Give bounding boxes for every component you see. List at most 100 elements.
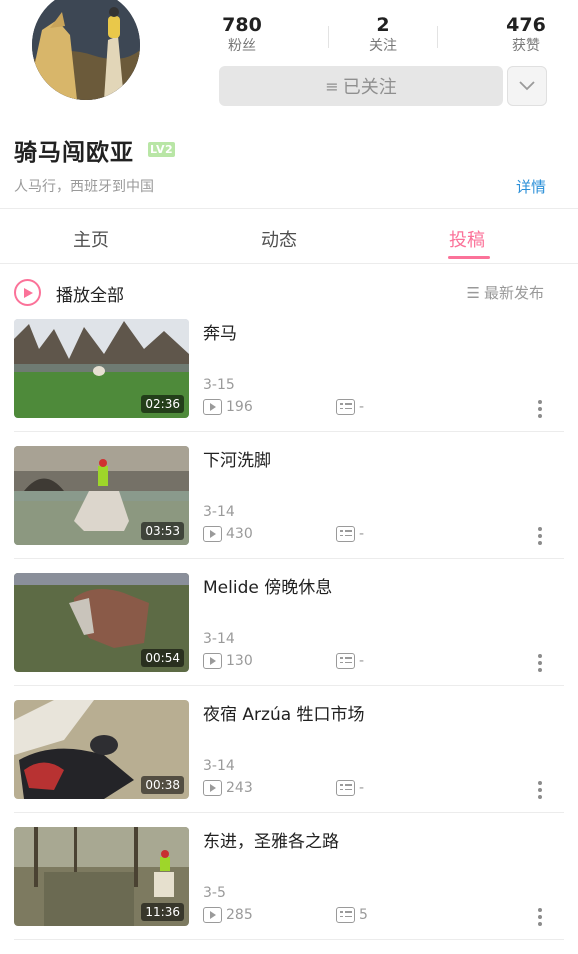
play-all-button[interactable] xyxy=(14,279,41,306)
avatar[interactable] xyxy=(32,0,140,100)
avatar-photo xyxy=(32,0,140,100)
video-duration: 11:36 xyxy=(141,903,184,921)
danmaku-count-value: 5 xyxy=(359,907,368,923)
video-duration: 02:36 xyxy=(141,395,184,413)
danmaku-icon xyxy=(336,653,355,669)
more-vertical-icon[interactable] xyxy=(538,527,542,545)
following-count: 2 xyxy=(376,14,390,36)
stat-following[interactable]: 2 关注 xyxy=(364,14,402,56)
video-date: 3-14 xyxy=(203,758,235,774)
video-thumbnail[interactable]: 00:38 xyxy=(14,700,189,799)
play-all-label[interactable]: 播放全部 xyxy=(56,281,124,306)
video-date: 3-14 xyxy=(203,631,235,647)
fans-label: 粉丝 xyxy=(228,38,256,54)
stat-divider xyxy=(437,26,438,48)
tab-submissions[interactable]: 投稿 xyxy=(449,226,485,252)
danmaku-icon xyxy=(336,907,355,923)
video-danmaku-count: - xyxy=(336,653,364,669)
video-date: 3-5 xyxy=(203,885,226,901)
stat-fans[interactable]: 780 粉丝 xyxy=(219,14,265,56)
profile-bio: 人马行，西班牙到中国 xyxy=(14,179,154,195)
play-count-icon xyxy=(203,653,222,669)
video-thumbnail[interactable]: 00:54 xyxy=(14,573,189,672)
video-duration: 03:53 xyxy=(141,522,184,540)
divider xyxy=(14,685,564,686)
video-duration: 00:38 xyxy=(141,776,184,794)
play-count-value: 130 xyxy=(226,653,253,669)
video-item[interactable]: 11:36 东进，圣雅各之路 3-5 285 5 xyxy=(0,827,578,954)
likes-count: 476 xyxy=(506,14,546,36)
tab-dynamics[interactable]: 动态 xyxy=(261,226,297,252)
profile-stats: 780 粉丝 2 关注 476 获赞 xyxy=(219,14,547,60)
detail-link[interactable]: 详情 xyxy=(516,176,546,197)
danmaku-icon xyxy=(336,399,355,415)
video-play-count: 243 xyxy=(203,780,253,796)
video-item[interactable]: 00:54 Melide 傍晚休息 3-14 130 - xyxy=(0,573,578,700)
divider xyxy=(14,812,564,813)
video-danmaku-count: - xyxy=(336,526,364,542)
video-danmaku-count: - xyxy=(336,780,364,796)
video-thumbnail[interactable]: 11:36 xyxy=(14,827,189,926)
video-play-count: 430 xyxy=(203,526,253,542)
video-title[interactable]: 夜宿 Arzúa 牲口市场 xyxy=(203,700,365,725)
video-danmaku-count: 5 xyxy=(336,907,368,923)
video-danmaku-count: - xyxy=(336,399,364,415)
divider xyxy=(14,431,564,432)
followed-button[interactable]: ≡ 已关注 xyxy=(219,66,503,106)
danmaku-icon xyxy=(336,526,355,542)
video-date: 3-15 xyxy=(203,377,235,393)
fans-count: 780 xyxy=(222,14,262,36)
video-thumbnail[interactable]: 02:36 xyxy=(14,319,189,418)
more-options-button[interactable] xyxy=(507,66,547,106)
active-tab-indicator xyxy=(448,256,490,259)
tab-home[interactable]: 主页 xyxy=(73,226,109,252)
danmaku-icon xyxy=(336,780,355,796)
menu-lines-icon: ≡ xyxy=(325,76,339,96)
play-count-icon xyxy=(203,780,222,796)
video-play-count: 285 xyxy=(203,907,253,923)
danmaku-count-value: - xyxy=(359,780,365,796)
video-title[interactable]: 下河洗脚 xyxy=(203,446,271,471)
play-count-value: 196 xyxy=(226,399,253,415)
danmaku-count-value: - xyxy=(359,653,365,669)
video-duration: 00:54 xyxy=(141,649,184,667)
video-date: 3-14 xyxy=(203,504,235,520)
video-thumbnail[interactable]: 03:53 xyxy=(14,446,189,545)
video-item[interactable]: 00:38 夜宿 Arzúa 牲口市场 3-14 243 - xyxy=(0,700,578,827)
level-badge: LV2 xyxy=(148,142,176,157)
video-play-count: 130 xyxy=(203,653,253,669)
likes-label: 获赞 xyxy=(512,38,540,54)
sort-label: 最新发布 xyxy=(483,284,544,302)
play-icon xyxy=(23,287,33,298)
profile-name: 骑马闯欧亚 xyxy=(14,140,134,166)
more-vertical-icon[interactable] xyxy=(538,400,542,418)
list-icon: ☰ xyxy=(466,283,480,302)
more-vertical-icon[interactable] xyxy=(538,654,542,672)
divider xyxy=(14,558,564,559)
stat-likes[interactable]: 476 获赞 xyxy=(504,14,548,56)
danmaku-count-value: - xyxy=(359,526,365,542)
divider xyxy=(0,208,578,209)
following-label: 关注 xyxy=(369,38,397,54)
followed-label: 已关注 xyxy=(342,77,397,98)
video-title[interactable]: 奔马 xyxy=(203,319,237,344)
play-count-icon xyxy=(203,399,222,415)
stat-divider xyxy=(328,26,329,48)
video-play-count: 196 xyxy=(203,399,253,415)
video-title[interactable]: Melide 傍晚休息 xyxy=(203,573,332,598)
video-item[interactable]: 03:53 下河洗脚 3-14 430 - xyxy=(0,446,578,573)
video-title[interactable]: 东进，圣雅各之路 xyxy=(203,827,339,852)
more-vertical-icon[interactable] xyxy=(538,908,542,926)
chevron-down-icon xyxy=(519,81,535,91)
play-count-value: 430 xyxy=(226,526,253,542)
play-count-value: 285 xyxy=(226,907,253,923)
divider xyxy=(14,939,564,940)
play-count-value: 243 xyxy=(226,780,253,796)
danmaku-count-value: - xyxy=(359,399,365,415)
video-item[interactable]: 02:36 奔马 3-15 196 - xyxy=(0,319,578,446)
play-count-icon xyxy=(203,526,222,542)
more-vertical-icon[interactable] xyxy=(538,781,542,799)
play-count-icon xyxy=(203,907,222,923)
divider xyxy=(0,263,578,264)
sort-selector[interactable]: ☰ 最新发布 xyxy=(467,282,544,303)
